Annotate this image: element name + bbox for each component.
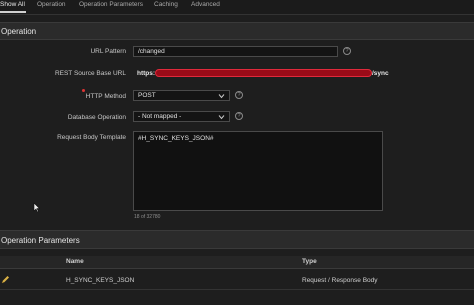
active-tab-indicator (0, 11, 26, 13)
operation-parameters-section-header[interactable]: Operation Parameters (0, 230, 474, 249)
url-pattern-value: /changed (138, 48, 165, 55)
database-operation-label: Database Operation (67, 114, 126, 121)
mouse-cursor-icon (33, 202, 41, 213)
tab-operation-parameters[interactable]: Operation Parameters (79, 1, 143, 8)
http-method-label: HTTP Method (85, 93, 126, 100)
tab-operation[interactable]: Operation (37, 1, 66, 8)
tab-show-all[interactable]: Show All (0, 1, 25, 8)
base-url-suffix: /sync (372, 70, 389, 77)
database-operation-value: - Not mapped - (138, 113, 182, 120)
redacted-url-segment (155, 69, 372, 77)
chevron-down-icon (218, 115, 225, 120)
chevron-down-icon (218, 94, 225, 99)
help-icon[interactable]: ? (235, 112, 243, 120)
request-body-template-label: Request Body Template (57, 134, 126, 141)
rest-source-base-url-label: REST Source Base URL (54, 70, 126, 77)
parameter-name-cell: H_SYNC_KEYS_JSON (66, 277, 135, 284)
parameters-table-header: Name Type (0, 256, 474, 269)
help-icon[interactable]: ? (343, 47, 351, 55)
help-icon[interactable]: ? (235, 91, 243, 99)
tab-bar: Show All Operation Operation Parameters … (0, 0, 474, 15)
table-row[interactable]: H_SYNC_KEYS_JSON Request / Response Body (0, 272, 474, 288)
url-pattern-label: URL Pattern (90, 48, 126, 55)
database-operation-select[interactable]: - Not mapped - (133, 111, 230, 122)
http-method-select[interactable]: POST (133, 90, 230, 101)
tab-advanced[interactable]: Advanced (191, 1, 220, 8)
column-header-type: Type (302, 258, 317, 265)
edit-pencil-icon[interactable] (1, 275, 10, 284)
parameter-type-cell: Request / Response Body (302, 277, 378, 284)
operation-parameters-section-title: Operation Parameters (1, 236, 80, 245)
operation-section-header[interactable]: Operation (0, 22, 474, 40)
request-body-template-value: #H_SYNC_KEYS_JSON# (138, 135, 214, 142)
column-header-name: Name (66, 258, 84, 265)
base-url-prefix: https: (137, 70, 156, 77)
url-pattern-input[interactable]: /changed (133, 46, 338, 57)
http-method-value: POST (138, 92, 156, 99)
character-counter: 18 of 32780 (134, 214, 161, 220)
row-divider (0, 289, 474, 290)
request-body-template-textarea[interactable]: #H_SYNC_KEYS_JSON# (133, 131, 383, 211)
tab-caching[interactable]: Caching (154, 1, 178, 8)
required-indicator (82, 89, 85, 92)
operation-section-title: Operation (1, 27, 37, 36)
